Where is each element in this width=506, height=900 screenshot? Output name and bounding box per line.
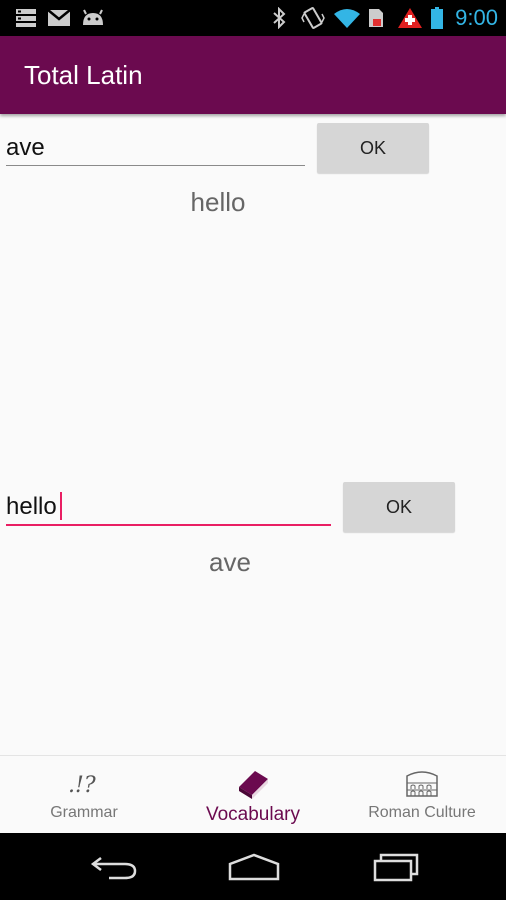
tab-roman-culture-label: Roman Culture [368, 804, 476, 821]
vibrate-icon [300, 7, 326, 29]
english-input-underline [6, 524, 331, 526]
status-time: 9:00 [455, 5, 498, 30]
app-bar: Total Latin [0, 36, 506, 114]
back-icon[interactable] [86, 847, 142, 887]
latin-translation-result: hello [190, 187, 246, 217]
android-icon [80, 7, 106, 29]
gmail-icon [46, 7, 72, 29]
sim-icon [366, 7, 386, 29]
wifi-icon [332, 7, 362, 29]
system-navigation-bar [0, 833, 506, 900]
latin-input-underline [6, 165, 305, 166]
english-input[interactable] [6, 490, 330, 524]
latin-ok-button[interactable]: OK [317, 123, 429, 173]
tab-vocabulary[interactable]: Vocabulary [168, 756, 338, 834]
battery-icon [430, 7, 444, 29]
latin-input[interactable] [6, 131, 304, 165]
tab-roman-culture[interactable]: Roman Culture [338, 756, 506, 834]
tab-grammar[interactable]: .!? Grammar [0, 756, 168, 834]
status-bar: 9:00 [0, 0, 506, 36]
english-ok-button[interactable]: OK [343, 482, 455, 532]
tab-vocabulary-label: Vocabulary [205, 804, 300, 825]
bluetooth-icon [270, 7, 288, 29]
english-translation-result: ave [209, 547, 251, 577]
bottom-navigation: .!? Grammar Vocabulary Roman Culture [0, 755, 506, 834]
svg-text:.!?: .!? [68, 773, 96, 798]
tab-grammar-label: Grammar [50, 804, 118, 821]
colosseum-icon [404, 766, 440, 800]
book-icon [235, 766, 271, 800]
grammar-icon: .!? [66, 766, 102, 800]
app-screen: 9:00 Total Latin OK hello OK ave .!? Gra… [0, 0, 506, 900]
text-cursor [60, 492, 62, 520]
recents-icon[interactable] [368, 847, 424, 887]
app-title: Total Latin [24, 60, 143, 90]
home-icon[interactable] [224, 847, 284, 887]
alert-icon [396, 7, 424, 29]
storage-icon [14, 7, 38, 29]
